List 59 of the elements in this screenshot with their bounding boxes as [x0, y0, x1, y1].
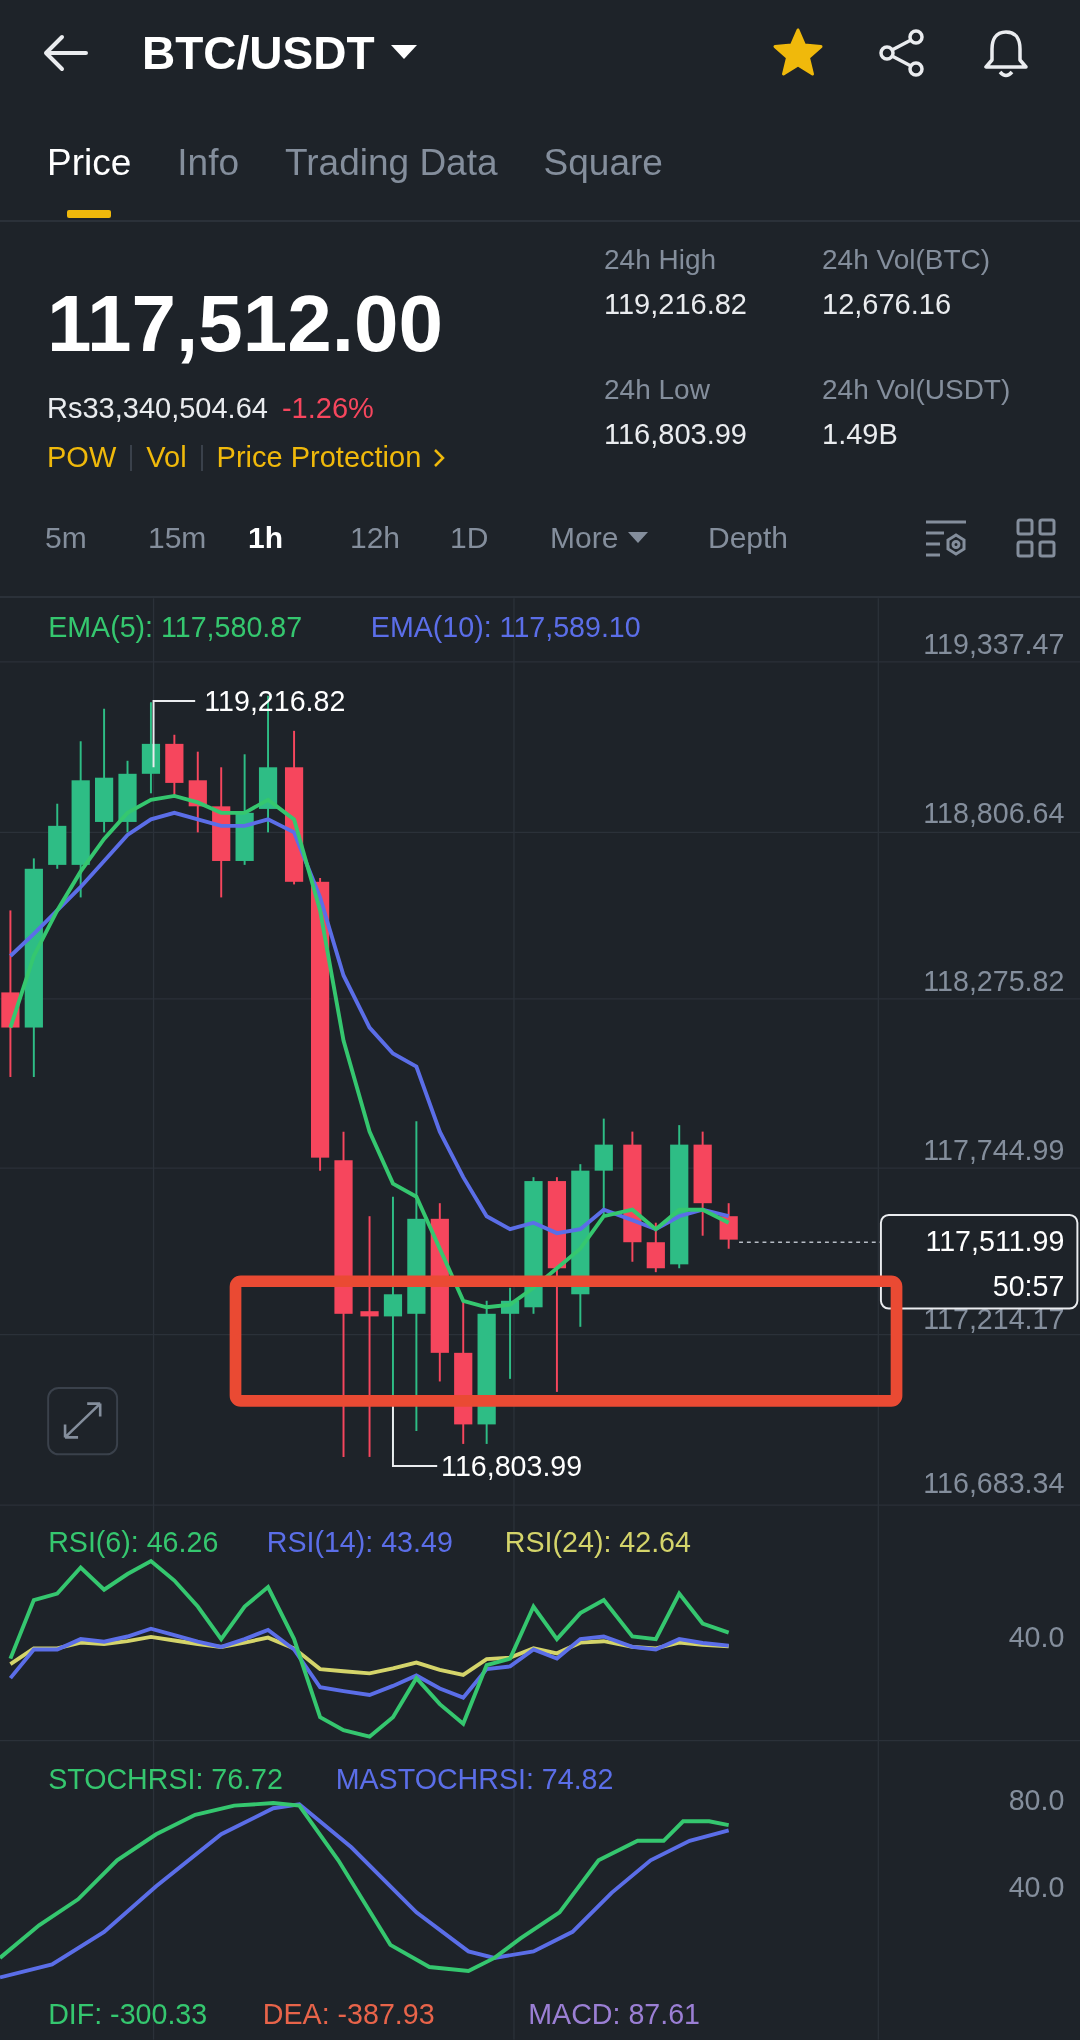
indicator-value: EMA(5): 117,580.87	[48, 611, 303, 644]
price-change: -1.26%	[281, 392, 374, 425]
chevron-icon[interactable]	[433, 447, 446, 468]
expand-icon[interactable]	[47, 1387, 119, 1456]
candle	[646, 1221, 665, 1274]
pair-title[interactable]: BTC/USDT	[142, 25, 375, 80]
tab[interactable]: Trading Data	[285, 105, 498, 220]
star-icon[interactable]	[772, 27, 824, 78]
current-price-label: 117,511.99	[925, 1225, 1065, 1258]
tab[interactable]: Price	[47, 105, 132, 220]
stat-label: 24h Vol(USDT)	[822, 374, 1012, 406]
price-axis-label: 119,337.47	[923, 628, 1065, 661]
interval-tab[interactable]: 12h	[350, 521, 450, 555]
tab[interactable]: Info	[177, 105, 240, 220]
candle	[165, 733, 184, 797]
price-protection-link[interactable]: Price Protection	[216, 441, 446, 474]
countdown-label: 50:57	[992, 1269, 1065, 1302]
candle	[719, 1202, 738, 1250]
candle	[48, 802, 67, 870]
rsi-axis-label: 40.0	[1008, 1620, 1065, 1653]
indicator-value: MACD: 87.61	[528, 1998, 700, 2031]
stochrsi-axis-label: 80.0	[1008, 1783, 1065, 1816]
last-price: 117,512.00	[47, 284, 444, 364]
interval-tab[interactable]: 1D	[450, 521, 550, 555]
stat-value: 12,676.16	[822, 288, 952, 321]
indicator-value: RSI(24): 42.64	[504, 1525, 691, 1558]
stat-value: 1.49B	[822, 418, 899, 451]
indicator-value: DEA: -387.93	[262, 1998, 435, 2031]
price-axis-label: 116,683.34	[923, 1467, 1065, 1500]
interval-tab[interactable]: 5m	[45, 521, 148, 555]
indicator-value: MASTOCHRSI: 74.82	[335, 1762, 614, 1795]
stochrsi-axis-label: 40.0	[1008, 1870, 1065, 1903]
caret-icon[interactable]	[390, 44, 417, 61]
indicator-value: RSI(14): 43.49	[266, 1525, 453, 1558]
price-axis-label: 118,275.82	[923, 965, 1065, 998]
indicator-value: STOCHRSI: 76.72	[48, 1762, 283, 1795]
price-axis-label: 117,214.17	[923, 1303, 1065, 1336]
stat-label: 24h Vol(BTC)	[822, 244, 992, 276]
depth-tab[interactable]: Depth	[708, 521, 789, 555]
indicator-value: RSI(6): 46.26	[48, 1525, 219, 1558]
indicator-value: DIF: -300.33	[48, 1998, 208, 2031]
more-dropdown[interactable]: More	[550, 521, 708, 555]
stat-value: 119,216.82	[604, 288, 748, 321]
stat-label: 24h Low	[604, 374, 711, 406]
stat-value: 116,803.99	[604, 418, 748, 451]
indicator-settings-icon[interactable]	[924, 518, 968, 558]
indicator-value: EMA(10): 117,589.10	[370, 611, 641, 644]
stat-label: 24h High	[604, 244, 718, 276]
fiat-price: Rs33,340,504.64	[47, 392, 268, 425]
leader-line	[152, 699, 197, 769]
low-price-label: 116,803.99	[441, 1450, 583, 1483]
interval-tab[interactable]: 15m	[148, 521, 248, 555]
price-axis-label: 118,806.64	[923, 797, 1065, 830]
price-axis-label: 117,744.99	[923, 1134, 1065, 1167]
tab[interactable]: Square	[543, 105, 663, 220]
tag-link[interactable]: Vol	[146, 441, 187, 474]
tag-link[interactable]: POW	[47, 441, 117, 474]
grid-icon[interactable]	[1016, 518, 1056, 558]
interval-tab[interactable]: 1h	[248, 521, 350, 555]
